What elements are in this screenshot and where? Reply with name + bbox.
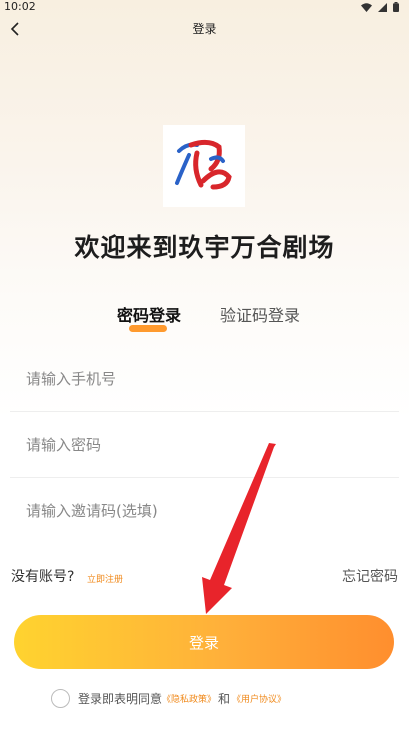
- wifi-icon: [361, 2, 372, 12]
- tab-code-login[interactable]: 验证码登录: [220, 305, 300, 327]
- invite-code-input[interactable]: [26, 479, 386, 543]
- login-tabs: 密码登录 验证码登录: [0, 305, 409, 335]
- password-input[interactable]: [26, 413, 386, 477]
- invite-code-field: [10, 479, 399, 543]
- status-time: 10:02: [4, 0, 36, 13]
- password-field: [10, 413, 399, 478]
- nav-bar: 登录: [0, 14, 409, 44]
- agreement-checkbox[interactable]: [51, 688, 70, 708]
- tab-password-login[interactable]: 密码登录: [117, 305, 181, 327]
- phone-input[interactable]: [26, 347, 386, 411]
- no-account-label: 没有账号?: [11, 569, 75, 585]
- login-button[interactable]: 登录: [14, 615, 394, 669]
- welcome-title: 欢迎来到玖宇万合剧场: [74, 233, 335, 262]
- agreement-row: 登录即表明同意 《隐私政策》 和 《用户协议》: [51, 688, 286, 708]
- agreement-and: 和: [218, 691, 231, 706]
- register-link[interactable]: 立即注册: [87, 572, 123, 585]
- privacy-policy-link[interactable]: 《隐私政策》: [162, 692, 216, 705]
- login-button-label: 登录: [188, 633, 219, 652]
- status-bar: 10:02: [0, 0, 409, 14]
- forgot-password-link[interactable]: 忘记密码: [342, 566, 398, 586]
- signal-icon: [378, 2, 387, 12]
- agreement-prefix: 登录即表明同意: [78, 691, 163, 706]
- page-title: 登录: [192, 22, 217, 36]
- user-agreement-link[interactable]: 《用户协议》: [232, 692, 286, 705]
- app-logo: [163, 125, 245, 207]
- phone-field: [10, 347, 399, 412]
- status-icons: [361, 2, 399, 12]
- battery-icon: [393, 2, 399, 12]
